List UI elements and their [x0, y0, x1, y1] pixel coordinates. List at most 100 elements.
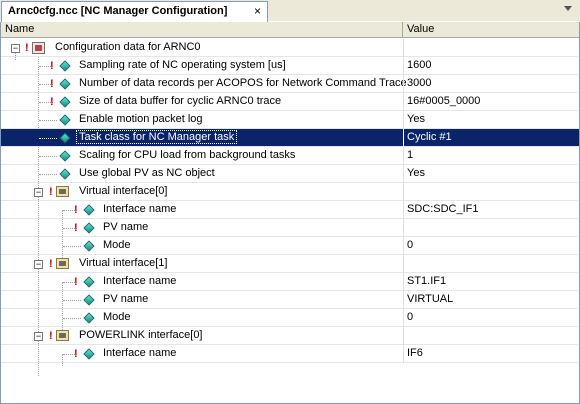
tree-row-label: Enable motion packet log — [79, 113, 203, 125]
tree-row-data-records[interactable]: ! Number of data records per ACOPOS for … — [1, 75, 579, 93]
tree-line — [39, 156, 57, 157]
column-header: Name Value — [1, 22, 579, 38]
column-separator — [403, 147, 404, 165]
parameter-icon — [83, 222, 95, 234]
parameter-icon — [59, 114, 71, 126]
tree-row-mode[interactable]: Mode 0 — [1, 309, 579, 327]
tree-row-sampling-rate[interactable]: ! Sampling rate of NC operating system [… — [1, 57, 579, 75]
column-separator — [403, 165, 404, 183]
tree-row-value[interactable]: 0 — [407, 311, 413, 323]
column-separator — [403, 345, 404, 363]
tree-row-label: Virtual interface[0] — [79, 185, 168, 197]
interface-group-icon — [56, 330, 69, 341]
tree-row-label: Configuration data for ARNC0 — [55, 41, 201, 53]
tree-row-label: Use global PV as NC object — [79, 167, 215, 179]
tree-row-virtual-interface-0[interactable]: − ! Virtual interface[0] — [1, 183, 579, 201]
tree-row-mode[interactable]: Mode 0 — [1, 237, 579, 255]
tree-row-cpu-load-scaling[interactable]: Scaling for CPU load from background tas… — [1, 147, 579, 165]
tree-row-task-class[interactable]: Task class for NC Manager task Cyclic #1 — [1, 129, 579, 147]
warning-icon: ! — [50, 60, 54, 72]
tree-row-label: Virtual interface[1] — [79, 257, 168, 269]
tree-row-label: Interface name — [103, 275, 177, 287]
column-separator — [403, 111, 404, 129]
interface-group-icon — [56, 258, 69, 269]
column-separator — [403, 237, 404, 255]
tree-row-label: Mode — [103, 311, 131, 323]
tree-row-data-buffer-size[interactable]: ! Size of data buffer for cyclic ARNC0 t… — [1, 93, 579, 111]
parameter-icon — [83, 312, 95, 324]
tree-line — [39, 138, 57, 139]
warning-icon: ! — [49, 330, 53, 342]
tree-row-value[interactable]: 3000 — [407, 77, 431, 89]
tree-row-value[interactable]: Yes — [407, 167, 425, 179]
warning-icon: ! — [50, 78, 54, 90]
tab-strip: Arnc0cfg.ncc [NC Manager Configuration] … — [0, 0, 580, 22]
tree-row-pv-name[interactable]: ! PV name — [1, 219, 579, 237]
tree-row-motion-packet-log[interactable]: Enable motion packet log Yes — [1, 111, 579, 129]
column-name-header[interactable]: Name — [1, 22, 403, 38]
tree-row-global-pv[interactable]: Use global PV as NC object Yes — [1, 165, 579, 183]
interface-group-icon — [56, 186, 69, 197]
tree-row-value[interactable]: Cyclic #1 — [407, 131, 452, 143]
tree-row-value[interactable]: ST1.IF1 — [407, 275, 446, 287]
warning-icon: ! — [74, 276, 78, 288]
collapse-icon[interactable]: − — [34, 332, 43, 341]
dropdown-arrow-icon[interactable] — [564, 6, 572, 11]
parameter-icon — [59, 168, 71, 180]
tree-row-label: PV name — [103, 293, 149, 305]
parameter-icon — [83, 294, 95, 306]
tree-row-interface-name[interactable]: ! Interface name SDC:SDC_IF1 — [1, 201, 579, 219]
tree-row-pv-name[interactable]: PV name VIRTUAL — [1, 291, 579, 309]
warning-icon: ! — [74, 222, 78, 234]
parameter-icon — [59, 132, 71, 144]
warning-icon: ! — [74, 204, 78, 216]
collapse-icon[interactable]: − — [11, 44, 20, 53]
column-separator — [403, 327, 404, 345]
column-separator — [403, 129, 404, 147]
tree-row-label: Interface name — [103, 347, 177, 359]
warning-icon: ! — [74, 348, 78, 360]
parameter-icon — [83, 240, 95, 252]
collapse-icon[interactable]: − — [34, 260, 43, 269]
tree-row-powerlink-interface-0[interactable]: − ! POWERLINK interface[0] — [1, 327, 579, 345]
parameter-icon — [59, 78, 71, 90]
column-separator — [403, 93, 404, 111]
column-separator — [403, 291, 404, 309]
tree-row-value[interactable]: 1 — [407, 149, 413, 161]
tree-row-value[interactable]: 0 — [407, 239, 413, 251]
collapse-icon[interactable]: − — [34, 188, 43, 197]
close-icon[interactable]: × — [254, 4, 261, 18]
tree-row-root[interactable]: − ! Configuration data for ARNC0 — [1, 39, 579, 57]
tree-row-virtual-interface-1[interactable]: − ! Virtual interface[1] — [1, 255, 579, 273]
tree-row-label: Size of data buffer for cyclic ARNC0 tra… — [79, 95, 282, 107]
tree-row-value[interactable]: VIRTUAL — [407, 293, 453, 305]
tree-row-value[interactable]: IF6 — [407, 347, 423, 359]
tree-row-value[interactable]: 16#0005_0000 — [407, 95, 480, 107]
tree-row-label: Task class for NC Manager task — [75, 130, 238, 144]
column-separator — [403, 273, 404, 291]
tree-line — [39, 120, 57, 121]
column-separator — [403, 309, 404, 327]
tree-row-value[interactable]: SDC:SDC_IF1 — [407, 203, 479, 215]
parameter-icon — [59, 96, 71, 108]
parameter-icon — [83, 348, 95, 360]
tree-row-interface-name[interactable]: ! Interface name IF6 — [1, 345, 579, 363]
column-separator — [403, 75, 404, 93]
tree-line — [39, 174, 57, 175]
tree-row-value[interactable]: Yes — [407, 113, 425, 125]
tree-row-interface-name[interactable]: ! Interface name ST1.IF1 — [1, 273, 579, 291]
parameter-icon — [83, 276, 95, 288]
tab-arnc0cfg[interactable]: Arnc0cfg.ncc [NC Manager Configuration] … — [1, 1, 268, 22]
tree-row-label: PV name — [103, 221, 149, 233]
column-separator — [403, 201, 404, 219]
parameter-icon — [59, 150, 71, 162]
parameter-icon — [59, 60, 71, 72]
tree-row-label: Interface name — [103, 203, 177, 215]
configuration-tree-panel: Name Value − ! Configuration data for AR… — [0, 22, 580, 404]
column-separator — [403, 219, 404, 237]
column-separator — [403, 255, 404, 273]
column-separator — [403, 39, 404, 57]
column-value-header[interactable]: Value — [403, 22, 579, 38]
tree-line — [63, 300, 81, 301]
tree-row-value[interactable]: 1600 — [407, 59, 431, 71]
